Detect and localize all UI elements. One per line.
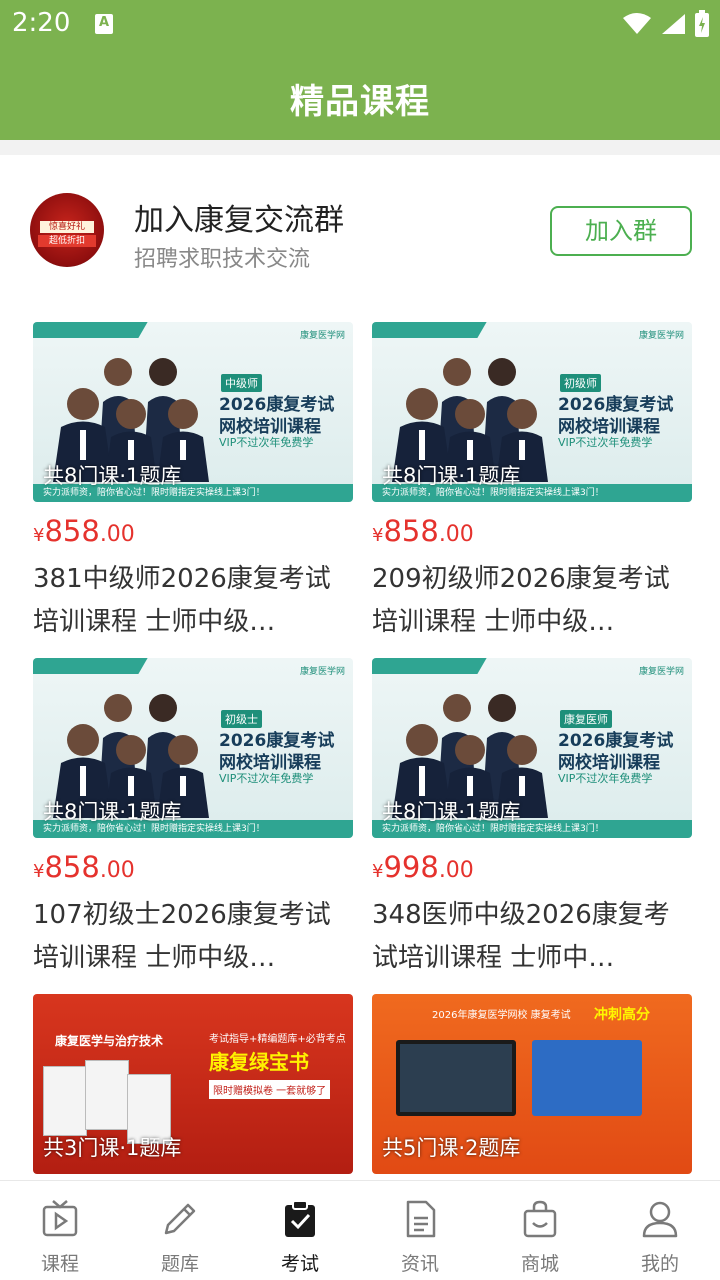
app-bar: 精品课程 — [0, 50, 720, 140]
thumb-promo: 限时赠模拟卷 一套就够了 — [209, 1080, 331, 1099]
course-count: 共8门课·1题库 — [382, 800, 521, 824]
course-card[interactable]: 2026年康复医学网校 康复考试 冲刺高分 共5门课·2题库 — [372, 994, 692, 1174]
course-price: ¥858.00 — [33, 514, 135, 548]
tab-label: 课程 — [40, 1253, 79, 1275]
page-title: 精品课程 — [290, 82, 430, 122]
course-card[interactable]: 康复医学网 康复医师 2026康复考试 网校培训课程 VIP不过次年免费学 实力… — [372, 658, 692, 980]
clipboard-check-icon — [285, 1200, 315, 1237]
shopping-bag-icon — [523, 1200, 557, 1238]
course-count: 共3门课·1题库 — [43, 1136, 182, 1160]
thumb-vip-text: VIP不过次年免费学 — [558, 772, 653, 785]
course-card[interactable]: 康复医学网 中级师 2026康复考试 网校培训课程 VIP不过次年免费学 实力派… — [33, 322, 353, 644]
system-icons — [622, 10, 710, 38]
status-time: 2:20 — [12, 8, 71, 38]
tab-label: 商城 — [520, 1253, 559, 1275]
course-title[interactable]: 348医师中级2026康复考试培训课程 士师中… — [372, 894, 692, 980]
course-title[interactable]: 107初级士2026康复考试培训课程 士师中级… — [33, 894, 353, 980]
course-grid: 康复医学网 中级师 2026康复考试 网校培训课程 VIP不过次年免费学 实力派… — [0, 305, 720, 1180]
thumb-vip-text: VIP不过次年免费学 — [219, 436, 314, 449]
wifi-icon — [623, 13, 651, 34]
avatar-text-discount: 超低折扣 — [38, 235, 96, 247]
book-image — [43, 1066, 87, 1136]
tab-news[interactable]: 资讯 — [360, 1181, 480, 1280]
course-card[interactable]: 康复医学网 初级师 2026康复考试 网校培训课程 VIP不过次年免费学 实力派… — [372, 322, 692, 644]
avatar-text: 惊喜好礼 — [40, 221, 94, 233]
notification-icon: A — [95, 14, 113, 34]
device-image — [396, 1040, 516, 1116]
thumb-title: 康复医学与治疗技术 — [55, 1034, 164, 1048]
tab-exam[interactable]: 考试 — [240, 1181, 360, 1280]
course-thumbnail[interactable]: 康复医学网 康复医师 2026康复考试 网校培训课程 VIP不过次年免费学 实力… — [372, 658, 692, 838]
course-card[interactable]: 康复医学与治疗技术 考试指导+精编题库+必背考点 康复绿宝书 限时赠模拟卷 一套… — [33, 994, 353, 1174]
course-icon — [42, 1200, 78, 1237]
tab-label: 考试 — [280, 1253, 319, 1275]
bottom-tab-bar: 课程 题库 考试 资讯 商城 我的 — [0, 1180, 720, 1280]
tab-label: 题库 — [160, 1253, 199, 1275]
course-card[interactable]: 康复医学网 初级士 2026康复考试 网校培训课程 VIP不过次年免费学 实力派… — [33, 658, 353, 980]
signal-icon — [662, 14, 685, 34]
course-thumbnail[interactable]: 康复医学网 初级师 2026康复考试 网校培训课程 VIP不过次年免费学 实力派… — [372, 322, 692, 502]
thumb-headline: 康复绿宝书 — [209, 1050, 309, 1074]
course-thumbnail[interactable]: 康复医学网 初级士 2026康复考试 网校培训课程 VIP不过次年免费学 实力派… — [33, 658, 353, 838]
course-thumbnail[interactable]: 2026年康复医学网校 康复考试 冲刺高分 共5门课·2题库 — [372, 994, 692, 1174]
tab-course[interactable]: 课程 — [0, 1181, 120, 1280]
document-icon — [406, 1200, 436, 1238]
status-bar: 2:20 A — [0, 0, 720, 50]
tab-question-bank[interactable]: 题库 — [120, 1181, 240, 1280]
battery-icon — [695, 10, 709, 37]
course-price: ¥998.00 — [372, 850, 474, 884]
tab-mall[interactable]: 商城 — [480, 1181, 600, 1280]
course-price: ¥858.00 — [372, 514, 474, 548]
course-title[interactable]: 381中级师2026康复考试培训课程 士师中级… — [33, 558, 353, 644]
tab-label: 资讯 — [400, 1253, 439, 1275]
course-thumbnail[interactable]: 康复医学与治疗技术 考试指导+精编题库+必背考点 康复绿宝书 限时赠模拟卷 一套… — [33, 994, 353, 1174]
thumb-vip-text: VIP不过次年免费学 — [558, 436, 653, 449]
book-image — [85, 1060, 129, 1130]
course-count: 共8门课·1题库 — [43, 800, 182, 824]
book-image — [532, 1040, 642, 1116]
tab-profile[interactable]: 我的 — [600, 1181, 720, 1280]
brand-label: 康复医学网 — [638, 331, 684, 341]
tab-label: 我的 — [640, 1253, 679, 1275]
course-thumbnail[interactable]: 康复医学网 中级师 2026康复考试 网校培训课程 VIP不过次年免费学 实力派… — [33, 322, 353, 502]
join-group-button[interactable]: 加入群 — [550, 206, 692, 256]
group-title: 加入康复交流群 — [134, 203, 344, 238]
group-subtitle: 招聘求职技术交流 — [134, 247, 311, 272]
thumb-title: 2026年康复医学网校 康复考试 — [432, 1010, 571, 1021]
user-icon — [642, 1201, 678, 1238]
pencil-icon — [164, 1203, 196, 1235]
course-title[interactable]: 209初级师2026康复考试培训课程 士师中级… — [372, 558, 692, 644]
thumb-line: 考试指导+精编题库+必背考点 — [209, 1034, 346, 1045]
brand-label: 康复医学网 — [299, 331, 345, 341]
course-count: 共8门课·1题库 — [43, 464, 182, 488]
thumb-vip-text: VIP不过次年免费学 — [219, 772, 314, 785]
brand-label: 康复医学网 — [299, 667, 345, 677]
group-card[interactable]: 惊喜好礼 超低折扣 加入康复交流群 招聘求职技术交流 加入群 — [0, 155, 720, 305]
course-count: 共5门课·2题库 — [382, 1136, 521, 1160]
group-avatar: 惊喜好礼 超低折扣 — [30, 193, 104, 267]
thumb-headline: 冲刺高分 — [594, 1007, 650, 1023]
course-price: ¥858.00 — [33, 850, 135, 884]
course-count: 共8门课·1题库 — [382, 464, 521, 488]
brand-label: 康复医学网 — [638, 667, 684, 677]
